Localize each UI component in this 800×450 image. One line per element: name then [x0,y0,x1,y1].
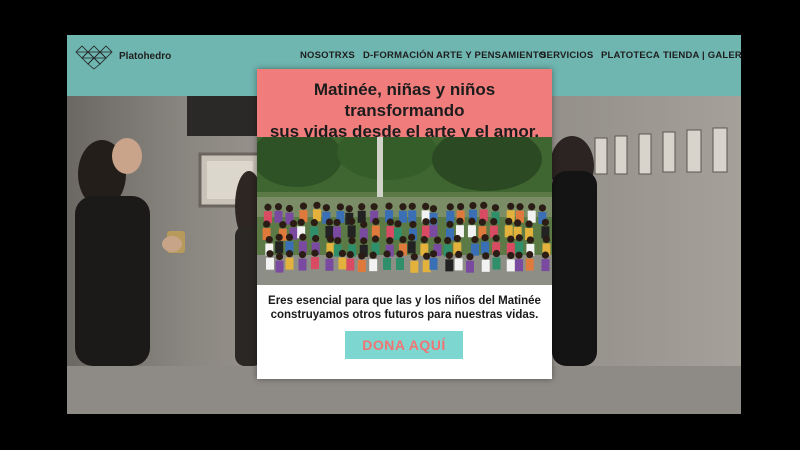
popup-title: Matinée, niñas y niños transformando sus… [265,79,544,142]
group-photo [257,137,552,285]
brand-name[interactable]: Platohedro [119,51,171,62]
nav-item-d-formacion[interactable]: D-FORMACIÓN [363,50,434,64]
nav-item-platoteca[interactable]: PLATOTECA [601,50,660,64]
popup-header: Matinée, niñas y niños transformando sus… [257,69,552,141]
popup-message-line-1: Eres esencial para que las y los niños d… [268,295,541,307]
donate-button[interactable]: DONA AQUÍ [345,331,463,359]
nav-item-arte-y-pensamiento[interactable]: ARTE Y PENSAMIENTO [436,50,546,64]
platohedro-logo-icon[interactable] [74,44,116,70]
nav-item-servicios[interactable]: SERVICIOS [540,50,593,64]
popup-message: Eres esencial para que las y los niños d… [265,294,544,322]
popup-title-line-1: Matinée, niñas y niños transformando [313,80,496,120]
popup-message-line-2: construyamos otros futuros para nuestras… [270,309,539,321]
nav-item-tienda-galeria[interactable]: TIENDA | GALERÍA [663,50,741,64]
donation-popup: Matinée, niñas y niños transformando sus… [257,69,552,379]
nav-item-nosotrxs[interactable]: NOSOTRXS [300,50,355,64]
